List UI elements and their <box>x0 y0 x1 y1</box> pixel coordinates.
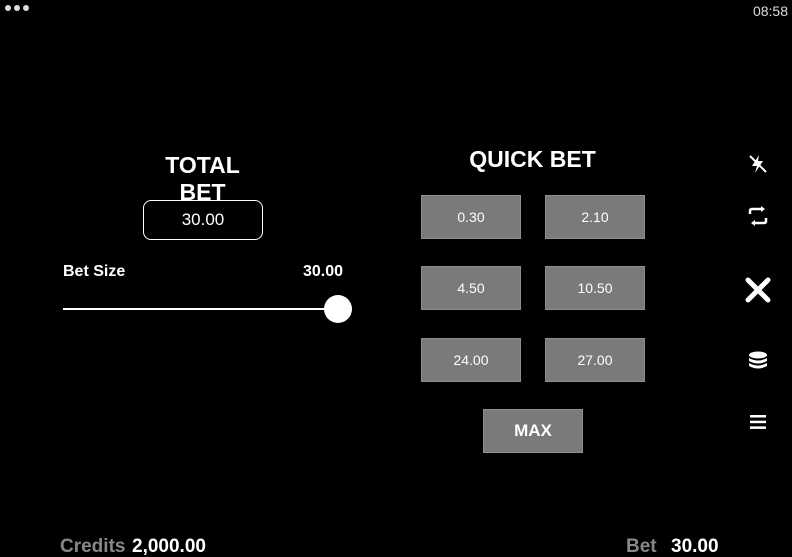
quick-bet-button-2[interactable]: 4.50 <box>421 266 521 310</box>
credits-label: Credits <box>60 536 126 557</box>
credits-value: 2,000.00 <box>132 536 206 557</box>
coins-icon[interactable] <box>742 345 774 377</box>
quick-bet-button-3[interactable]: 10.50 <box>545 266 645 310</box>
status-clock: 08:58 <box>752 3 788 19</box>
bet-value: 30.00 <box>671 536 719 557</box>
close-icon[interactable] <box>742 274 774 306</box>
lightning-icon[interactable] <box>742 148 774 180</box>
autoplay-icon[interactable] <box>742 200 774 232</box>
bet-size-slider-track[interactable] <box>63 308 339 310</box>
total-bet-value-box: 30.00 <box>143 200 263 240</box>
bet-size-slider-thumb[interactable] <box>324 295 352 323</box>
bet-size-value: 30.00 <box>302 263 343 280</box>
quick-bet-button-0[interactable]: 0.30 <box>421 195 521 239</box>
menu-icon[interactable] <box>742 406 774 438</box>
bet-label: Bet <box>626 536 657 557</box>
quick-bet-title: QUICK BET <box>469 146 596 172</box>
bet-size-label: Bet Size <box>63 263 126 280</box>
quick-bet-button-4[interactable]: 24.00 <box>421 338 521 382</box>
quick-bet-button-5[interactable]: 27.00 <box>545 338 645 382</box>
more-options-icon[interactable] <box>5 5 29 11</box>
total-bet-title: TOTAL BET <box>165 152 240 205</box>
max-bet-button[interactable]: MAX <box>483 409 583 453</box>
quick-bet-button-1[interactable]: 2.10 <box>545 195 645 239</box>
